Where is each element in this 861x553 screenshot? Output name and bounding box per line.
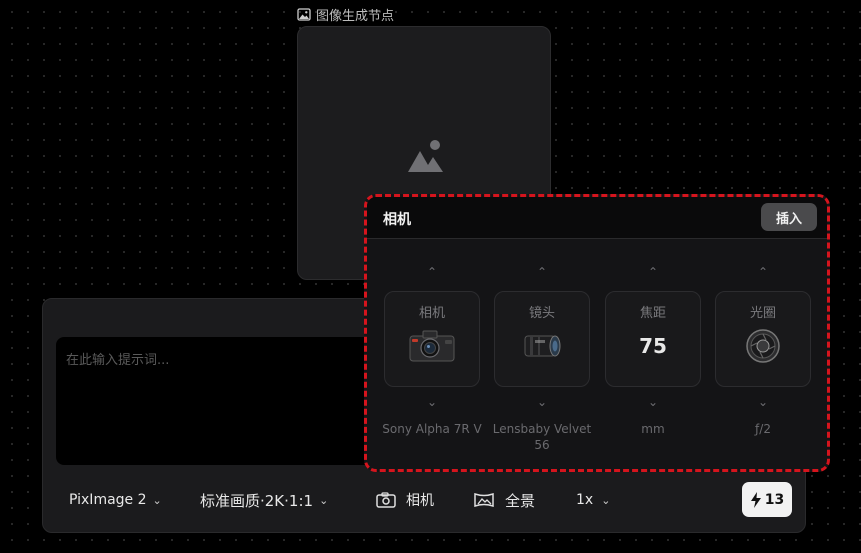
focal-length-value-box: 75 xyxy=(606,328,700,364)
param-label: 光圈 xyxy=(749,306,776,321)
chevron-down-icon[interactable]: ⌄ xyxy=(605,395,701,409)
chevron-down-icon: ⌄ xyxy=(319,493,329,507)
camera-icon xyxy=(376,492,396,508)
focal-length-selector: ⌃ 焦距 75 ⌄ mm xyxy=(605,197,701,469)
camera-body-card[interactable]: 相机 xyxy=(384,291,480,387)
chevron-down-icon: ⌄ xyxy=(152,493,162,507)
quality-select[interactable]: 标准画质·2K·1:1 ⌄ xyxy=(200,484,328,516)
image-icon xyxy=(297,8,311,21)
node-title-label: 图像生成节点 xyxy=(316,9,395,24)
camera-body-selector: ⌃ 相机 ⌄ Sony Alpha 7R V xyxy=(382,197,481,469)
lightning-icon xyxy=(750,491,761,508)
param-label: 焦距 xyxy=(639,306,666,321)
chevron-down-icon: ⌄ xyxy=(601,493,611,507)
lens-card[interactable]: 镜头 xyxy=(494,291,590,387)
camera-body-icon xyxy=(385,328,479,364)
param-caption: ƒ/2 xyxy=(755,422,771,436)
quality-select-label: 标准画质·2K·1:1 xyxy=(200,491,314,510)
chevron-up-icon[interactable]: ⌃ xyxy=(605,265,701,279)
model-select[interactable]: PixImage 2 ⌄ xyxy=(69,484,162,516)
aperture-selector: ⌃ 光圈 ⌄ ƒ/2 xyxy=(715,197,811,469)
chevron-up-icon[interactable]: ⌃ xyxy=(494,265,590,279)
image-placeholder-icon xyxy=(408,139,444,177)
lens-icon xyxy=(495,328,589,364)
lens-selector: ⌃ 镜头 ⌄ Lensbaby Velvet 56 xyxy=(493,197,591,469)
param-caption: mm xyxy=(641,422,665,436)
chevron-down-icon[interactable]: ⌄ xyxy=(715,395,811,409)
chevron-down-icon[interactable]: ⌄ xyxy=(494,395,590,409)
camera-button-label: 相机 xyxy=(406,493,434,509)
focal-length-value: 75 xyxy=(639,334,667,358)
panorama-icon xyxy=(474,492,494,508)
param-label: 相机 xyxy=(418,306,445,321)
credit-count: 13 xyxy=(764,491,785,508)
chevron-down-icon[interactable]: ⌄ xyxy=(384,395,480,409)
camera-settings-popup: 相机 插入 ⌃ 相机 ⌄ Sony Alpha 7R V ⌃ 镜头 ⌄ Lens… xyxy=(364,194,830,472)
param-label: 镜头 xyxy=(528,306,555,321)
param-caption: Sony Alpha 7R V xyxy=(382,422,482,436)
aperture-card[interactable]: 光圈 xyxy=(715,291,811,387)
chevron-up-icon[interactable]: ⌃ xyxy=(715,265,811,279)
param-caption: Lensbaby Velvet 56 xyxy=(492,422,592,452)
camera-button[interactable]: 相机 xyxy=(376,484,434,516)
generation-toolbar: PixImage 2 ⌄ 标准画质·2K·1:1 ⌄ 相机 全景 1x ⌄ xyxy=(0,484,861,516)
aperture-icon xyxy=(716,328,810,364)
count-select-label: 1x xyxy=(576,492,594,508)
focal-length-card[interactable]: 焦距 75 xyxy=(605,291,701,387)
node-title: 图像生成节点 xyxy=(297,5,394,24)
chevron-up-icon[interactable]: ⌃ xyxy=(384,265,480,279)
panorama-button[interactable]: 全景 xyxy=(473,484,535,516)
generate-button[interactable]: 13 xyxy=(742,482,792,517)
model-select-label: PixImage 2 xyxy=(69,492,147,508)
count-select[interactable]: 1x ⌄ xyxy=(576,484,610,516)
panorama-button-label: 全景 xyxy=(505,491,536,510)
prompt-input[interactable] xyxy=(56,337,386,465)
